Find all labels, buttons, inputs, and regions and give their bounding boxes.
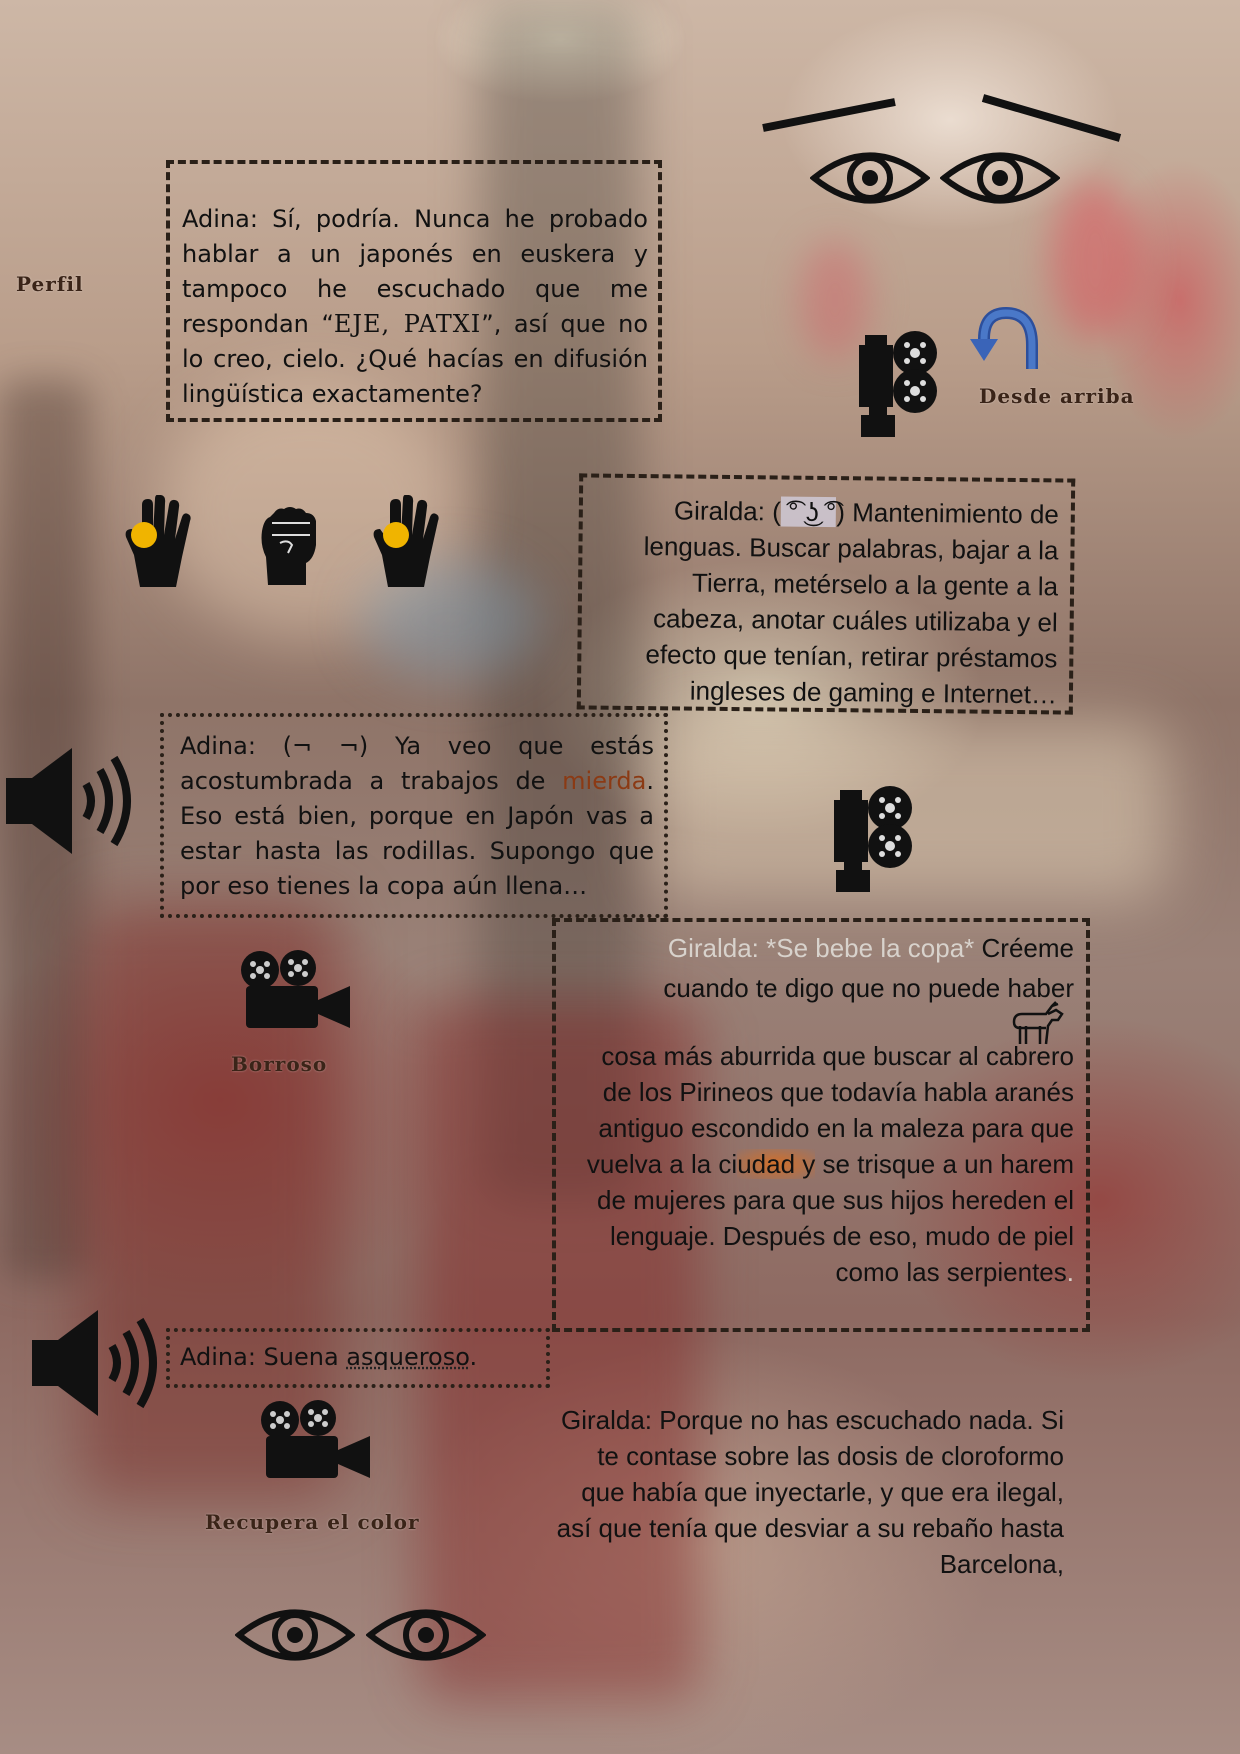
film-camera-icon: [261, 1400, 370, 1478]
goat-row: [566, 1001, 1074, 1045]
dialogue-line: Giralda: *Se bebe la copa* Créeme: [566, 930, 1074, 966]
speaker-adina: Adina:: [182, 205, 258, 233]
dialogue-box-giralda-1: Giralda: ( ͡° ͜ʖ ͡°) Mantenimiento de le…: [576, 473, 1076, 715]
dialogue-box-adina-3: Adina: Suena asqueroso.: [166, 1328, 550, 1388]
film-camera-icon: [241, 950, 350, 1028]
emphasis-text: mierda: [562, 767, 647, 795]
dialogue-text: Créeme: [974, 933, 1074, 963]
eye-icon: [940, 152, 1060, 204]
dialogue-text: ) Mantenimiento de lenguas. Buscar palab…: [643, 497, 1060, 710]
emphasis-text: asqueroso: [346, 1343, 470, 1371]
speaker-adina: Adina:: [180, 1343, 256, 1371]
dialogue-line: cuando te digo que no puede haber: [566, 970, 1074, 1006]
speaker-icon: [32, 1310, 157, 1416]
curved-arrow-icon: [970, 306, 1038, 369]
speaker-giralda: Giralda: (: [673, 495, 781, 527]
speaker-adina: Adina:: [180, 732, 256, 760]
shot-label-borroso: Borroso: [231, 1052, 328, 1076]
dialogue-text: Suena: [255, 1343, 347, 1371]
dialogue-text: .: [469, 1343, 478, 1371]
dialogue-text: cuando te digo que no puede haber: [663, 973, 1074, 1003]
dialogue-body: cosa más aburrida que buscar al cabrero …: [566, 1038, 1074, 1290]
shot-label-perfil: Perfil: [16, 272, 84, 296]
dialogue-box-giralda-2: Giralda: *Se bebe la copa* Créeme cuando…: [552, 918, 1090, 1332]
raised-hand-icon: [373, 495, 439, 587]
stage-direction: Giralda: *Se bebe la copa*: [667, 933, 975, 963]
eyebrow-icon: [762, 94, 1122, 142]
smudged-text: udad y: [737, 1149, 816, 1179]
dialogue-text-giralda-3: Giralda: Porque no has escuchado nada. S…: [556, 1402, 1068, 1592]
faded-period: .: [1066, 1257, 1074, 1287]
film-projector-icon: [834, 786, 912, 892]
raised-hand-icon: [125, 495, 191, 587]
eye-icon: [366, 1609, 486, 1661]
speaker-icon: [6, 748, 131, 854]
shot-label-recupera-el-color: Recupera el color: [205, 1510, 420, 1534]
emoticon-face: ͡° ͜ʖ ͡°: [780, 496, 837, 528]
emphasis-text: EJE, PATXI: [333, 310, 482, 338]
fist-icon: [261, 507, 316, 585]
goat-icon: [1012, 1001, 1064, 1045]
eye-icon: [235, 1609, 355, 1661]
film-projector-icon: [859, 331, 937, 437]
eye-icon: [810, 152, 930, 204]
dialogue-box-adina-1: Adina: Sí, podría. Nunca he probado habl…: [166, 160, 662, 422]
dialogue-text: Giralda: Porque no has escuchado nada. S…: [556, 1405, 1064, 1579]
shot-label-desde-arriba: Desde arriba: [979, 384, 1135, 408]
dialogue-box-adina-2: Adina: (¬ ¬) Ya veo que estás acostumbra…: [160, 713, 668, 918]
